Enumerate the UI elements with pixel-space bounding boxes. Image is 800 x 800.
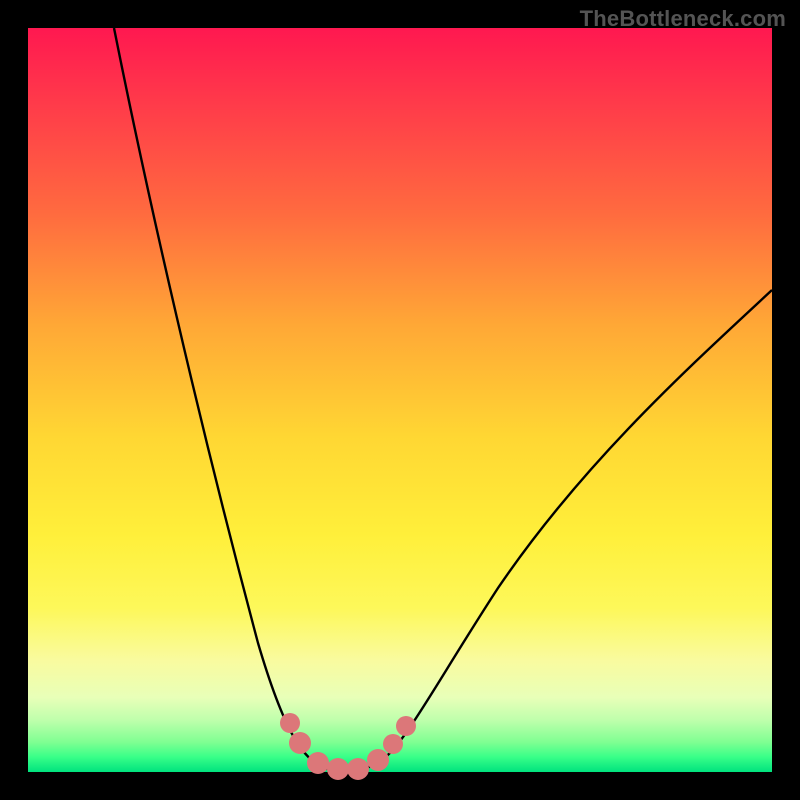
marker-dot [396, 716, 416, 736]
marker-dot [383, 734, 403, 754]
marker-dot [367, 749, 389, 771]
valley-markers [280, 713, 416, 780]
marker-dot [289, 732, 311, 754]
marker-dot [280, 713, 300, 733]
marker-dot [327, 758, 349, 780]
marker-dot [347, 758, 369, 780]
plot-area [28, 28, 772, 772]
marker-dot [307, 752, 329, 774]
chart-frame: TheBottleneck.com [0, 0, 800, 800]
bottleneck-curve [114, 28, 772, 771]
curve-layer [28, 28, 772, 772]
